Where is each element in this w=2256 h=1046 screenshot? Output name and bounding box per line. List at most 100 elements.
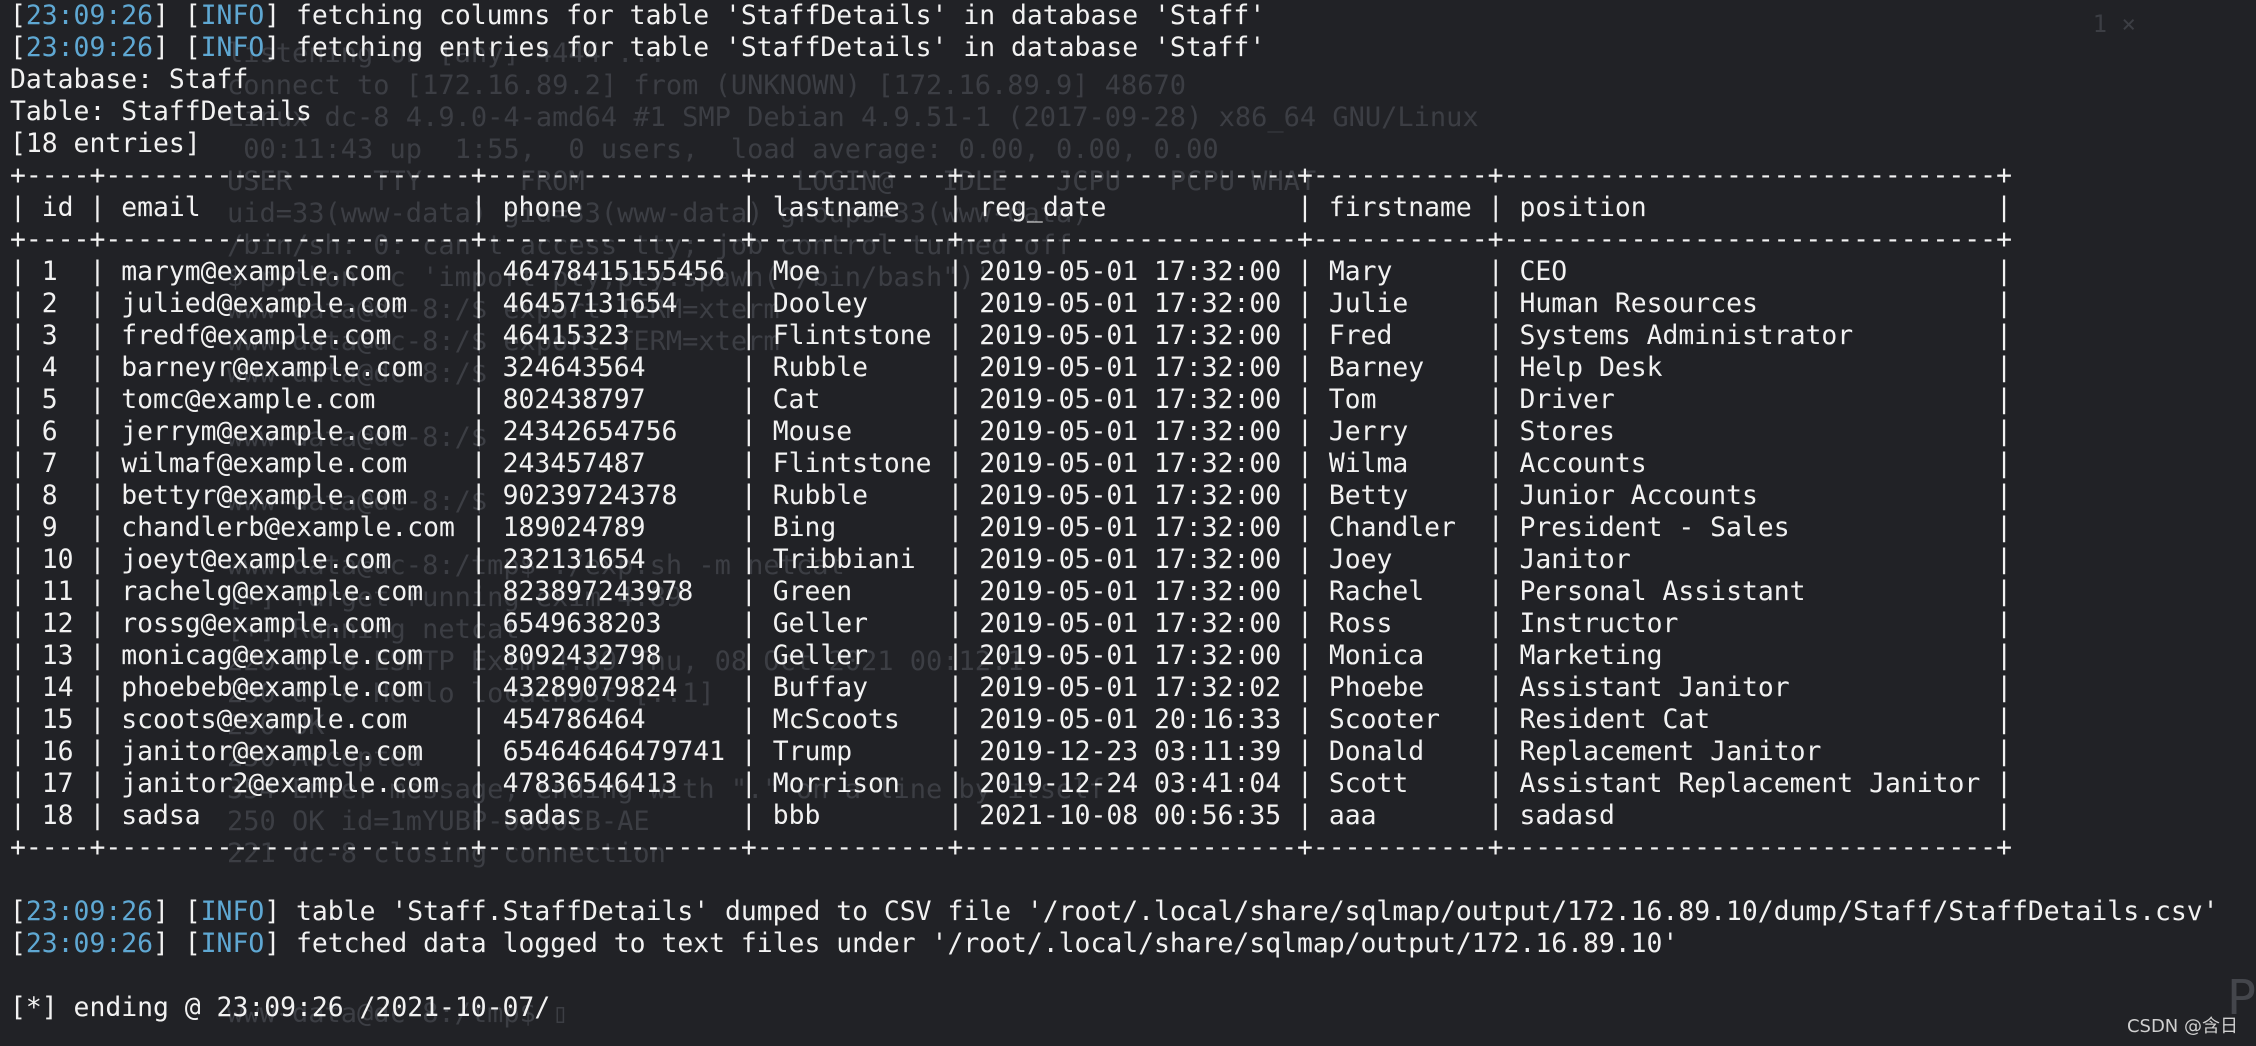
table-cell-position: Replacement Janitor [1519,736,1822,767]
table-cell-position: Accounts [1519,448,1647,479]
table-cell-phone: 232131654 [502,544,646,575]
table-cell-reg_date: 2019-05-01 17:32:00 [979,512,1282,543]
table-cell-phone: 324643564 [502,352,646,383]
table-cell-lastname: Geller [772,640,869,671]
table-cell-lastname: Flintstone [772,320,932,351]
table-cell-position: Marketing [1519,640,1663,671]
table-cell-lastname: Tribbiani [772,544,916,575]
table-cell-phone: 823897243978 [502,576,694,607]
table-row: | 13 | monicag@example.com | 8092432798 … [10,640,2013,671]
table-row: | 11 | rachelg@example.com | 82389724397… [10,576,2013,607]
table-cell-reg_date: 2019-05-01 17:32:00 [979,256,1282,287]
table-cell-reg_date: 2019-05-01 17:32:00 [979,320,1282,351]
table-cell-phone: sadas [502,800,583,831]
table-row: | 15 | scoots@example.com | 454786464 | … [10,704,2013,735]
table-border-line: +----+-----------------------+----------… [10,832,2219,864]
table-cell-firstname: Tom [1328,384,1377,415]
table-row: | 5 | tomc@example.com | 802438797 | Cat… [10,384,2013,415]
table-cell-phone: 8092432798 [502,640,662,671]
table-cell-firstname: Rachel [1328,576,1425,607]
table-cell-lastname: Flintstone [772,448,932,479]
table-cell-position: Assistant Replacement Janitor [1519,768,1981,799]
table-cell-email: fredf@example.com [121,320,392,351]
table-row: | 10 | joeyt@example.com | 232131654 | T… [10,544,2013,575]
table-cell-lastname: Morrison [772,768,900,799]
table-cell-firstname: Mary [1328,256,1393,287]
table-cell-firstname: Phoebe [1328,672,1425,703]
table-cell-firstname: Julie [1328,288,1409,319]
table-cell-firstname: Betty [1328,480,1409,511]
table-cell-phone: 46415323 [502,320,630,351]
table-cell-lastname: Mouse [772,416,853,447]
log-line: [23:09:26] [INFO] table 'Staff.StaffDeta… [10,896,2219,927]
table-row: | 16 | janitor@example.com | 65464646479… [10,736,2013,767]
database-label: Database: Staff [10,64,249,95]
table-cell-firstname: aaa [1328,800,1377,831]
terminal-output: [23:09:26] [INFO] fetching columns for t… [10,0,2219,1024]
log-timestamp: 23:09:26 [25,896,153,927]
table-cell-lastname: Bing [772,512,837,543]
column-header: lastname [772,192,900,223]
table-cell-firstname: Joey [1328,544,1393,575]
table-cell-email: sadsa [121,800,201,831]
log-line: [23:09:26] [INFO] fetched data logged to… [10,928,1679,959]
table-cell-phone: 43289079824 [502,672,678,703]
table-border: +----+-----------------------+----------… [10,160,2012,191]
table-row: | 14 | phoebeb@example.com | 43289079824… [10,672,2013,703]
table-border: +----+-----------------------+----------… [10,832,2012,863]
table-cell-phone: 46457131654 [502,288,678,319]
table-cell-position: President - Sales [1519,512,1790,543]
table-cell-email: rossg@example.com [121,608,392,639]
table-cell-email: joeyt@example.com [121,544,392,575]
table-cell-phone: 46478415155456 [502,256,726,287]
log-level: INFO [200,896,265,927]
table-cell-phone: 24342654756 [502,416,678,447]
log-message: table 'Staff.StaffDetails' dumped to CSV… [296,896,2219,927]
table-cell-reg_date: 2019-05-01 17:32:02 [979,672,1282,703]
table-cell-phone: 47836546413 [502,768,678,799]
table-cell-id: 4 [41,352,58,383]
table-cell-id: 8 [41,480,58,511]
table-cell-position: Junior Accounts [1519,480,1758,511]
table-cell-id: 3 [41,320,58,351]
table-cell-reg_date: 2019-12-24 03:41:04 [979,768,1282,799]
table-cell-lastname: Cat [772,384,821,415]
table-cell-email: bettyr@example.com [121,480,408,511]
table-cell-position: Resident Cat [1519,704,1711,735]
table-cell-email: jerrym@example.com [121,416,408,447]
table-border-line: +----+-----------------------+----------… [10,160,2219,192]
terminal-window[interactable]: listening on [any] 4444 ... connect to [1… [0,0,2256,1046]
table-cell-position: Systems Administrator [1519,320,1854,351]
log-timestamp: 23:09:26 [25,32,153,63]
log-message: fetched data logged to text files under … [296,928,1679,959]
table-row: | 8 | bettyr@example.com | 90239724378 |… [10,480,2013,511]
table-row: | 3 | fredf@example.com | 46415323 | Fli… [10,320,2013,351]
table-cell-lastname: Dooley [772,288,869,319]
table-cell-email: barneyr@example.com [121,352,424,383]
table-cell-id: 15 [41,704,74,735]
table-cell-position: Instructor [1519,608,1679,639]
watermark: CSDN @含日 [2126,1016,2238,1037]
table-border: +----+-----------------------+----------… [10,224,2012,255]
dump-info-line: Table: StaffDetails [10,96,2219,128]
table-cell-lastname: Trump [772,736,853,767]
log-line: [23:09:26] [INFO] fetching columns for t… [10,0,1266,31]
table-cell-reg_date: 2019-12-23 03:11:39 [979,736,1282,767]
table-cell-id: 7 [41,448,58,479]
table-cell-lastname: McScoots [772,704,900,735]
entries-count: [18 entries] [10,128,201,159]
dump-info-line: Database: Staff [10,64,2219,96]
table-cell-id: 17 [41,768,74,799]
table-cell-reg_date: 2019-05-01 17:32:00 [979,480,1282,511]
table-row: | 7 | wilmaf@example.com | 243457487 | F… [10,448,2013,479]
table-cell-position: Human Resources [1519,288,1758,319]
table-cell-email: janitor2@example.com [121,768,440,799]
table-cell-reg_date: 2019-05-01 17:32:00 [979,576,1282,607]
table-cell-phone: 243457487 [502,448,646,479]
table-cell-email: julied@example.com [121,288,408,319]
table-cell-position: Help Desk [1519,352,1663,383]
log-timestamp: 23:09:26 [25,928,153,959]
column-header: id [41,192,74,223]
